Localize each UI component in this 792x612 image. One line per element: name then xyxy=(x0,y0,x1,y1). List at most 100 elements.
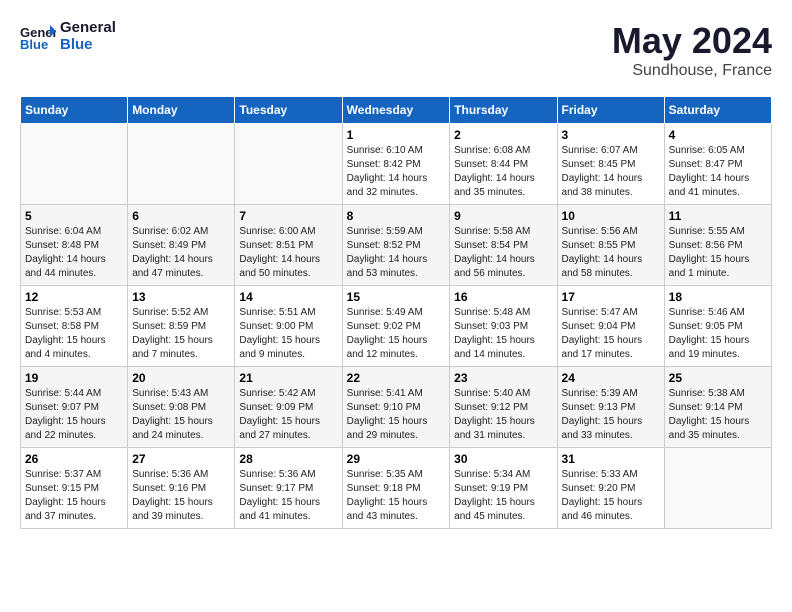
calendar-week-1: 1 Sunrise: 6:10 AMSunset: 8:42 PMDaylight… xyxy=(21,124,772,205)
day-number: 19 xyxy=(25,371,123,385)
day-number: 18 xyxy=(669,290,767,304)
calendar-cell: 5Sunrise: 6:04 AMSunset: 8:48 PMDaylight… xyxy=(21,205,128,286)
day-number: 16 xyxy=(454,290,552,304)
day-info: Sunrise: 5:55 AMSunset: 8:56 PMDaylight:… xyxy=(669,225,767,281)
calendar-cell: 16 Sunrise: 5:48 AMSunset: 9:03 PMDayligh… xyxy=(450,286,557,367)
day-number: 11 xyxy=(669,209,767,223)
day-info: Sunrise: 6:02 AMSunset: 8:49 PMDaylight:… xyxy=(132,225,230,281)
column-header-tuesday: Tuesday xyxy=(235,97,342,124)
column-header-friday: Friday xyxy=(557,97,664,124)
day-number: 4 xyxy=(669,128,767,142)
day-info: Sunrise: 5:58 AMSunset: 8:54 PMDaylight:… xyxy=(454,225,552,281)
day-info: Sunrise: 6:05 AMSunset: 8:47 PMDaylight:… xyxy=(669,144,767,200)
calendar-cell: 12 Sunrise: 5:53 AMSunset: 8:58 PMDayligh… xyxy=(21,286,128,367)
day-number: 27 xyxy=(132,452,230,466)
calendar-cell: 18 Sunrise: 5:46 AMSunset: 9:05 PMDayligh… xyxy=(664,286,771,367)
day-info: Sunrise: 6:04 AMSunset: 8:48 PMDaylight:… xyxy=(25,225,123,281)
calendar-cell: 7 Sunrise: 6:00 AMSunset: 8:51 PMDaylight… xyxy=(235,205,342,286)
column-header-monday: Monday xyxy=(128,97,235,124)
calendar-cell: 31 Sunrise: 5:33 AMSunset: 9:20 PMDayligh… xyxy=(557,448,664,529)
day-info: Sunrise: 5:53 AMSunset: 8:58 PMDaylight:… xyxy=(25,306,123,362)
calendar-cell: 24 Sunrise: 5:39 AMSunset: 9:13 PMDayligh… xyxy=(557,367,664,448)
day-number: 30 xyxy=(454,452,552,466)
day-number: 26 xyxy=(25,452,123,466)
calendar-cell: 25Sunrise: 5:38 AMSunset: 9:14 PMDayligh… xyxy=(664,367,771,448)
day-info: Sunrise: 5:46 AMSunset: 9:05 PMDaylight:… xyxy=(669,306,767,362)
day-number: 24 xyxy=(562,371,660,385)
calendar-cell: 15Sunrise: 5:49 AMSunset: 9:02 PMDayligh… xyxy=(342,286,450,367)
day-info: Sunrise: 5:36 AMSunset: 9:16 PMDaylight:… xyxy=(132,468,230,524)
month-title: May 2024 xyxy=(612,20,772,62)
day-info: Sunrise: 5:35 AMSunset: 9:18 PMDaylight:… xyxy=(347,468,446,524)
day-info: Sunrise: 5:48 AMSunset: 9:03 PMDaylight:… xyxy=(454,306,552,362)
calendar-cell: 26Sunrise: 5:37 AMSunset: 9:15 PMDayligh… xyxy=(21,448,128,529)
day-number: 21 xyxy=(239,371,337,385)
day-number: 9 xyxy=(454,209,552,223)
calendar-cell: 27 Sunrise: 5:36 AMSunset: 9:16 PMDayligh… xyxy=(128,448,235,529)
calendar-week-5: 26Sunrise: 5:37 AMSunset: 9:15 PMDayligh… xyxy=(21,448,772,529)
day-number: 20 xyxy=(132,371,230,385)
day-info: Sunrise: 5:49 AMSunset: 9:02 PMDaylight:… xyxy=(347,306,446,362)
calendar-cell: 1 Sunrise: 6:10 AMSunset: 8:42 PMDaylight… xyxy=(342,124,450,205)
day-number: 17 xyxy=(562,290,660,304)
day-number: 23 xyxy=(454,371,552,385)
day-number: 13 xyxy=(132,290,230,304)
logo-line1: General xyxy=(60,20,116,37)
calendar-cell: 17Sunrise: 5:47 AMSunset: 9:04 PMDayligh… xyxy=(557,286,664,367)
day-info: Sunrise: 5:40 AMSunset: 9:12 PMDaylight:… xyxy=(454,387,552,443)
day-number: 29 xyxy=(347,452,446,466)
day-info: Sunrise: 5:59 AMSunset: 8:52 PMDaylight:… xyxy=(347,225,446,281)
title-block: May 2024 Sundhouse, France xyxy=(612,20,772,80)
day-info: Sunrise: 6:08 AMSunset: 8:44 PMDaylight:… xyxy=(454,144,552,200)
day-info: Sunrise: 5:43 AMSunset: 9:08 PMDaylight:… xyxy=(132,387,230,443)
day-number: 12 xyxy=(25,290,123,304)
day-number: 7 xyxy=(239,209,337,223)
day-number: 31 xyxy=(562,452,660,466)
day-info: Sunrise: 5:33 AMSunset: 9:20 PMDaylight:… xyxy=(562,468,660,524)
day-info: Sunrise: 5:34 AMSunset: 9:19 PMDaylight:… xyxy=(454,468,552,524)
day-number: 22 xyxy=(347,371,446,385)
calendar-cell: 19 Sunrise: 5:44 AMSunset: 9:07 PMDayligh… xyxy=(21,367,128,448)
calendar-cell: 9 Sunrise: 5:58 AMSunset: 8:54 PMDaylight… xyxy=(450,205,557,286)
day-number: 3 xyxy=(562,128,660,142)
location-subtitle: Sundhouse, France xyxy=(612,62,772,80)
day-info: Sunrise: 5:44 AMSunset: 9:07 PMDaylight:… xyxy=(25,387,123,443)
calendar-cell xyxy=(235,124,342,205)
calendar-cell: 29 Sunrise: 5:35 AMSunset: 9:18 PMDayligh… xyxy=(342,448,450,529)
calendar-week-2: 5Sunrise: 6:04 AMSunset: 8:48 PMDaylight… xyxy=(21,205,772,286)
day-number: 1 xyxy=(347,128,446,142)
logo: General Blue General Blue xyxy=(20,20,116,53)
column-header-sunday: Sunday xyxy=(21,97,128,124)
calendar-cell: 28Sunrise: 5:36 AMSunset: 9:17 PMDayligh… xyxy=(235,448,342,529)
calendar-table: SundayMondayTuesdayWednesdayThursdayFrid… xyxy=(20,96,772,529)
logo-line2: Blue xyxy=(60,37,116,54)
calendar-cell xyxy=(128,124,235,205)
calendar-week-3: 12 Sunrise: 5:53 AMSunset: 8:58 PMDayligh… xyxy=(21,286,772,367)
svg-text:Blue: Blue xyxy=(20,37,48,51)
day-number: 10 xyxy=(562,209,660,223)
calendar-cell: 22 Sunrise: 5:41 AMSunset: 9:10 PMDayligh… xyxy=(342,367,450,448)
day-info: Sunrise: 6:10 AMSunset: 8:42 PMDaylight:… xyxy=(347,144,446,200)
day-number: 8 xyxy=(347,209,446,223)
day-info: Sunrise: 5:36 AMSunset: 9:17 PMDaylight:… xyxy=(239,468,337,524)
day-info: Sunrise: 5:41 AMSunset: 9:10 PMDaylight:… xyxy=(347,387,446,443)
day-info: Sunrise: 5:51 AMSunset: 9:00 PMDaylight:… xyxy=(239,306,337,362)
page-header: General Blue General Blue May 2024 Sundh… xyxy=(20,20,772,80)
calendar-cell: 8 Sunrise: 5:59 AMSunset: 8:52 PMDaylight… xyxy=(342,205,450,286)
calendar-cell: 10Sunrise: 5:56 AMSunset: 8:55 PMDayligh… xyxy=(557,205,664,286)
column-header-saturday: Saturday xyxy=(664,97,771,124)
day-number: 14 xyxy=(239,290,337,304)
calendar-cell: 6Sunrise: 6:02 AMSunset: 8:49 PMDaylight… xyxy=(128,205,235,286)
calendar-cell: 20 Sunrise: 5:43 AMSunset: 9:08 PMDayligh… xyxy=(128,367,235,448)
day-info: Sunrise: 6:00 AMSunset: 8:51 PMDaylight:… xyxy=(239,225,337,281)
calendar-cell: 11 Sunrise: 5:55 AMSunset: 8:56 PMDayligh… xyxy=(664,205,771,286)
calendar-week-4: 19 Sunrise: 5:44 AMSunset: 9:07 PMDayligh… xyxy=(21,367,772,448)
calendar-cell: 21Sunrise: 5:42 AMSunset: 9:09 PMDayligh… xyxy=(235,367,342,448)
calendar-cell: 14 Sunrise: 5:51 AMSunset: 9:00 PMDayligh… xyxy=(235,286,342,367)
column-header-thursday: Thursday xyxy=(450,97,557,124)
day-number: 2 xyxy=(454,128,552,142)
calendar-cell: 13 Sunrise: 5:52 AMSunset: 8:59 PMDayligh… xyxy=(128,286,235,367)
day-info: Sunrise: 5:39 AMSunset: 9:13 PMDaylight:… xyxy=(562,387,660,443)
day-info: Sunrise: 5:52 AMSunset: 8:59 PMDaylight:… xyxy=(132,306,230,362)
calendar-cell: 3Sunrise: 6:07 AMSunset: 8:45 PMDaylight… xyxy=(557,124,664,205)
